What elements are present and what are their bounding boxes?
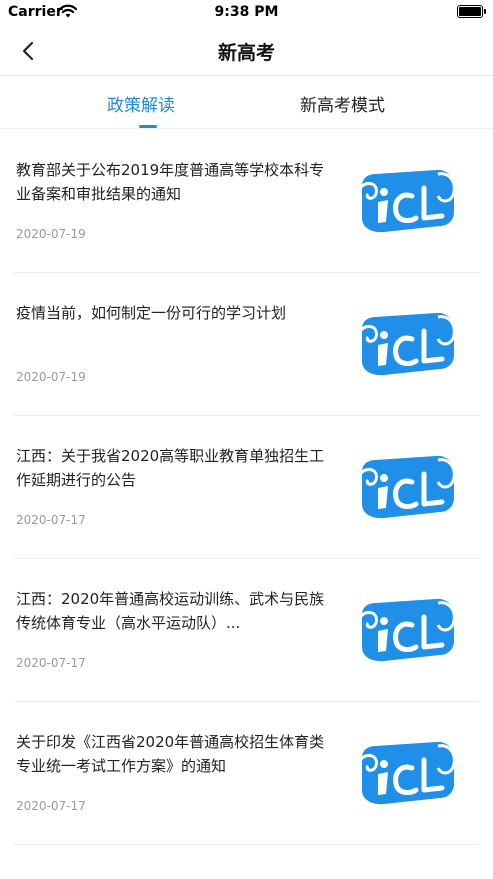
navigation-bar: 新高考: [0, 26, 493, 76]
news-title: 关于印发《江西省2020年普通高校招生体育类专业统一考试工作方案》的通知: [16, 733, 325, 775]
news-title: 江西：2020年普通高校运动训练、武术与民族传统体育专业（高水平运动队）...: [16, 590, 325, 632]
news-item[interactable]: 关于印发《江西省2020年普通高校招生体育类专业统一考试工作方案》的通知 202…: [0, 702, 493, 845]
tab-policy-interpretation[interactable]: 政策解读: [107, 91, 175, 116]
tab-new-gaokao-mode[interactable]: 新高考模式: [300, 91, 385, 116]
news-item[interactable]: 疫情当前，如何制定一份可行的学习计划 2020-07-19: [0, 273, 493, 416]
status-bar: Carrier 9:38 PM: [0, 0, 493, 26]
news-thumbnail-icon: [354, 595, 458, 665]
news-title: 教育部关于公布2019年度普通高等学校本科专业备案和审批结果的通知: [16, 161, 325, 203]
news-date: 2020-07-17: [16, 799, 86, 813]
news-thumbnail-icon: [354, 166, 458, 236]
divider: [14, 844, 479, 845]
news-date: 2020-07-19: [16, 370, 86, 384]
news-date: 2020-07-17: [16, 656, 86, 670]
news-title: 疫情当前，如何制定一份可行的学习计划: [16, 304, 287, 322]
news-date: 2020-07-19: [16, 227, 86, 241]
news-item[interactable]: 江西：关于我省2020高等职业教育单独招生工作延期进行的公告 2020-07-1…: [0, 416, 493, 559]
news-thumbnail-icon: [354, 309, 458, 379]
status-time: 9:38 PM: [214, 4, 279, 20]
tab-bar: 政策解读 新高考模式: [0, 77, 493, 129]
news-item[interactable]: 江西：2020年普通高校运动训练、武术与民族传统体育专业（高水平运动队）... …: [0, 559, 493, 702]
news-date: 2020-07-17: [16, 513, 86, 527]
active-tab-indicator: [139, 125, 157, 128]
news-list: 教育部关于公布2019年度普通高等学校本科专业备案和审批结果的通知 2020-0…: [0, 130, 493, 845]
news-thumbnail-icon: [354, 452, 458, 522]
news-thumbnail-icon: [354, 738, 458, 808]
battery-icon: [457, 5, 486, 18]
page-title: 新高考: [217, 42, 275, 64]
news-title: 江西：关于我省2020高等职业教育单独招生工作延期进行的公告: [16, 447, 325, 489]
news-item[interactable]: 教育部关于公布2019年度普通高等学校本科专业备案和审批结果的通知 2020-0…: [0, 130, 493, 273]
